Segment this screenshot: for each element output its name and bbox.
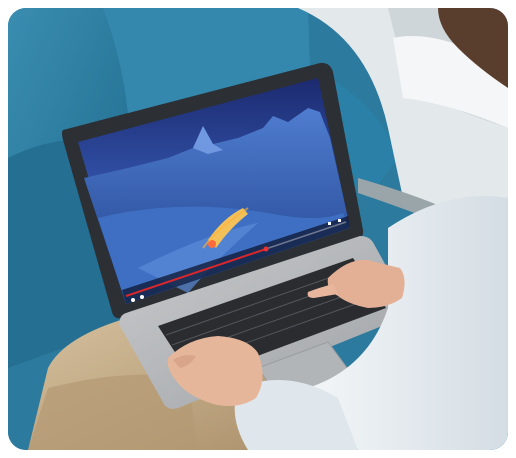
photo-frame [8,8,508,450]
video-fullscreen-icon [338,219,341,222]
video-play-icon [131,298,135,302]
video-settings-icon [328,222,331,225]
video-volume-icon [140,295,144,299]
laptop-on-train-scene [8,8,508,450]
video-progress-handle [263,246,269,252]
